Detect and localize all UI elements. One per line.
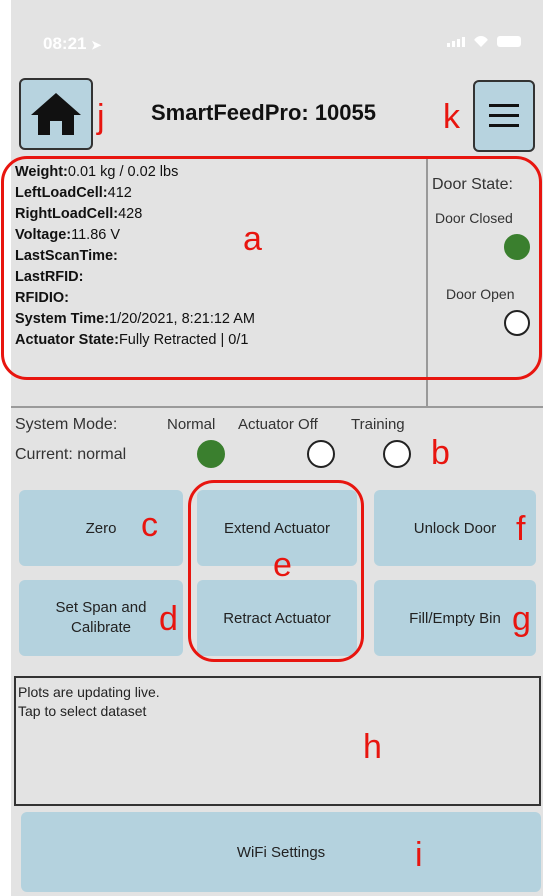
signal-icon [447,36,465,47]
app-screen: 08:21 ➤ j SmartFeedPro: 10055 k Weight:0… [1,0,543,896]
zero-button[interactable]: Zero [19,490,183,566]
annotation-h: h [363,728,382,766]
plot-area[interactable]: Plots are updating live. Tap to select d… [14,676,541,806]
wifi-settings-button[interactable]: WiFi Settings [21,812,541,892]
hamburger-icon [489,104,519,127]
menu-button[interactable] [473,80,535,152]
annotation-k: k [443,98,460,136]
annotation-b: b [431,434,450,472]
status-icons [447,36,521,47]
status-time: 08:21 ➤ [43,34,102,53]
system-mode-label: System Mode: [15,416,118,433]
page-title: SmartFeedPro: 10055 [151,100,376,125]
mode-training-label: Training [351,416,405,433]
annotation-i: i [415,836,423,874]
mode-normal-label: Normal [167,416,216,433]
annotation-d: d [159,600,178,638]
home-icon [31,93,81,135]
annotation-j: j [97,98,105,136]
divider-horizontal [11,406,543,408]
unlock-door-label: Unlock Door [413,519,497,537]
plot-status-text: Plots are updating live. [18,684,160,700]
status-bar: 08:21 ➤ [11,0,543,70]
mode-training-radio[interactable] [383,440,411,468]
plot-hint-text: Tap to select dataset [18,703,147,719]
current-mode-label: Current: normal [15,446,127,463]
annotation-c: c [141,506,158,544]
battery-icon [497,36,521,47]
wifi-icon [473,36,489,47]
zero-button-label: Zero [85,519,117,537]
fill-empty-bin-label: Fill/Empty Bin [409,609,501,627]
mode-normal-radio[interactable] [197,440,225,468]
mode-actuator-off-label: Actuator Off [238,416,318,433]
annotation-box-a [1,156,542,380]
annotation-g: g [512,600,531,638]
set-span-calibrate-label: Set Span and Calibrate [55,599,147,636]
mode-actuator-off-radio[interactable] [307,440,335,468]
home-button[interactable] [19,78,93,150]
annotation-f: f [516,510,526,548]
annotation-e: e [273,546,292,584]
unlock-door-button[interactable]: Unlock Door [374,490,536,566]
wifi-settings-label: WiFi Settings [236,843,326,861]
